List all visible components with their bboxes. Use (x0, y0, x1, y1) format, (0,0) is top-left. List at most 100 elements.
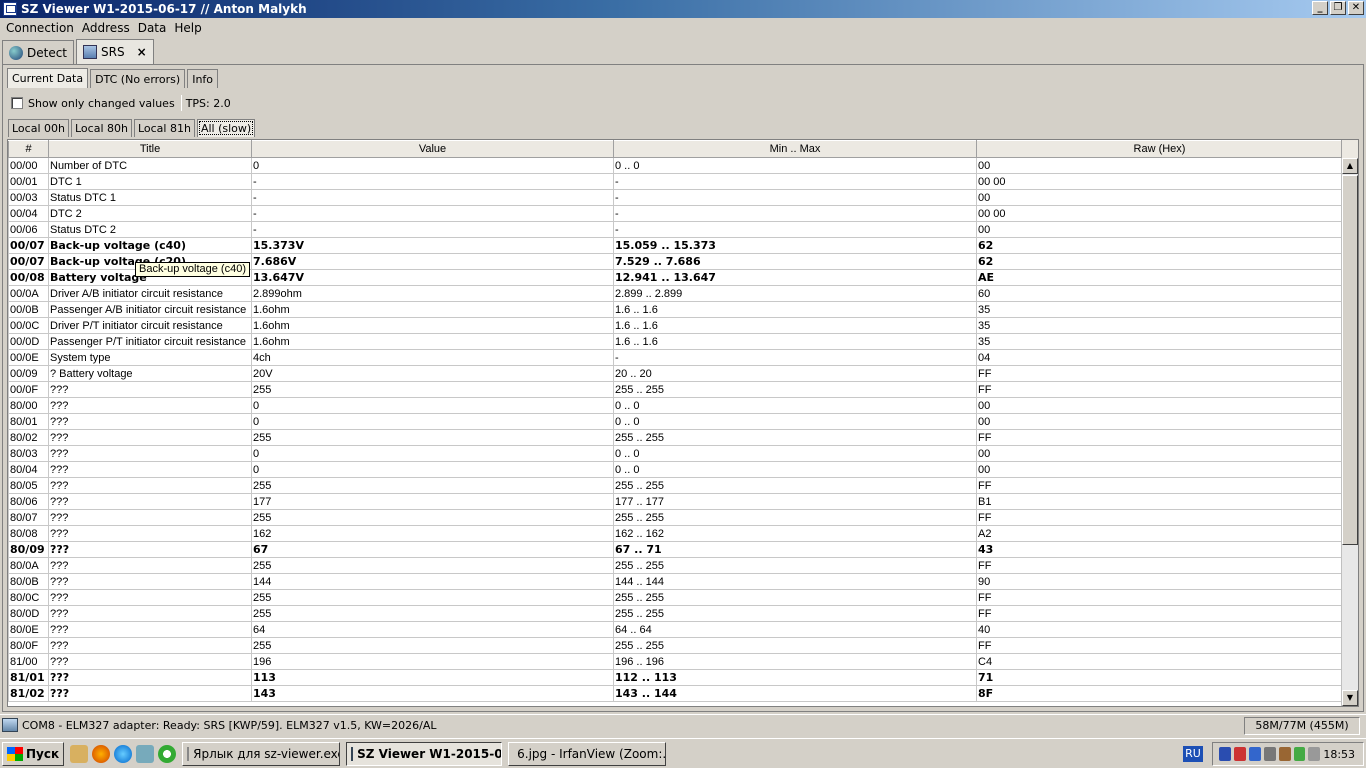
tab-close-icon[interactable]: × (137, 45, 147, 59)
srs-panel: Current Data DTC (No errors) Info Show o… (2, 64, 1364, 712)
table-row[interactable]: 80/0A??? 255 255 .. 255 FF (8, 557, 1343, 574)
table-row[interactable]: 00/0E System type 4ch -04 (8, 349, 1343, 366)
table-row[interactable]: 80/02??? 255 255 .. 255 FF (8, 429, 1343, 446)
table-row[interactable]: 00/00 Number of DTC 0 0 .. 0 00 (8, 157, 1343, 174)
table-row[interactable]: 81/00??? 196 196 .. 196 C4 (8, 653, 1343, 670)
menu-data[interactable]: Data (134, 21, 171, 35)
cell-raw: 62 (976, 253, 1343, 270)
app-shortcut-icon[interactable] (136, 744, 155, 763)
cell-title: ??? (48, 413, 252, 430)
show-changed-label[interactable]: Show only changed values (28, 97, 175, 110)
cell-title: ??? (48, 685, 252, 702)
tab-detect[interactable]: Detect (2, 40, 75, 64)
speaker-icon[interactable] (1308, 747, 1321, 761)
cell-minmax: - (613, 349, 977, 366)
table-row[interactable]: 80/03??? 0 0 .. 0 00 (8, 445, 1343, 462)
menu-connection[interactable]: Connection (2, 21, 78, 35)
tray-icon-1[interactable] (1219, 747, 1231, 761)
table-row[interactable]: 00/06 Status DTC 2- -00 (8, 221, 1343, 238)
show-changed-checkbox[interactable] (11, 97, 23, 109)
table-row[interactable]: 80/0C??? 255 255 .. 255 FF (8, 589, 1343, 606)
tab-local-00h[interactable]: Local 00h (8, 119, 69, 137)
table-row[interactable]: 00/03 Status DTC 1- -00 (8, 189, 1343, 206)
cell-minmax: 255 .. 255 (613, 557, 977, 574)
table-row[interactable]: 80/0E??? 64 64 .. 64 40 (8, 621, 1343, 638)
vertical-scrollbar[interactable]: ▲ ▼ (1341, 158, 1358, 706)
restore-button[interactable]: ❐ (1330, 1, 1346, 15)
tray-icon-6[interactable] (1293, 747, 1306, 761)
table-row[interactable]: 00/0F??? 255 255 .. 255 FF (8, 381, 1343, 398)
cell-value: 255 (251, 429, 614, 446)
column-header-raw[interactable]: Raw (Hex) (976, 140, 1343, 158)
column-header-value[interactable]: Value (251, 140, 614, 158)
media-player-icon[interactable] (158, 744, 177, 763)
tab-all-slow[interactable]: All (slow) (196, 119, 256, 137)
tab-info[interactable]: Info (187, 69, 219, 88)
window-titlebar[interactable]: SZ Viewer W1-2015-06-17 // Anton Malykh … (0, 0, 1366, 18)
internet-explorer-icon[interactable] (114, 744, 133, 763)
cell-value: 255 (251, 557, 614, 574)
tray-icon-2[interactable] (1233, 747, 1246, 761)
minimize-button[interactable]: _ (1312, 1, 1328, 15)
cell-value: 13.647V (251, 269, 614, 286)
menu-address[interactable]: Address (78, 21, 134, 35)
cell-raw: 71 (976, 669, 1343, 686)
tab-srs[interactable]: SRS × (76, 39, 154, 64)
table-row[interactable]: 80/05??? 255 255 .. 255 FF (8, 477, 1343, 494)
table-row[interactable]: 80/09??? 67 67 .. 71 43 (8, 541, 1343, 558)
task-irfanview[interactable]: 6.jpg - IrfanView (Zoom:... (508, 741, 667, 766)
menu-help[interactable]: Help (170, 21, 205, 35)
cell-number: 80/0E (8, 621, 49, 638)
header-corner (1341, 140, 1358, 158)
tab-current-data[interactable]: Current Data (7, 68, 89, 88)
cell-value: 4ch (251, 349, 614, 366)
table-row[interactable]: 80/07??? 255 255 .. 255 FF (8, 509, 1343, 526)
tab-local-80h[interactable]: Local 80h (70, 119, 132, 137)
task-sz-viewer[interactable]: SZ Viewer W1-2015-0... (346, 741, 503, 766)
scroll-thumb[interactable] (1342, 175, 1358, 545)
table-row[interactable]: 80/0B??? 144 144 .. 144 90 (8, 573, 1343, 590)
cell-minmax: 2.899 .. 2.899 (613, 285, 977, 302)
table-row[interactable]: 00/01 DTC 1- -00 00 (8, 173, 1343, 190)
table-row[interactable]: 80/0F??? 255 255 .. 255 FF (8, 637, 1343, 654)
table-row[interactable]: 80/01??? 0 0 .. 0 00 (8, 413, 1343, 430)
table-row[interactable]: 00/0A Driver A/B initiator circuit resist… (8, 285, 1343, 302)
table-row[interactable]: 00/09? Battery voltage 20V 20 .. 20 FF (8, 365, 1343, 382)
table-row[interactable]: 00/0D Passenger P/T initiator circuit res… (8, 333, 1343, 350)
table-row[interactable]: 81/01??? 113 112 .. 113 71 (8, 669, 1343, 686)
connection-icon (2, 718, 18, 732)
firefox-icon[interactable] (92, 744, 111, 763)
folder-icon[interactable] (70, 744, 89, 763)
task-sz-viewer-shortcut[interactable]: Ярлык для sz-viewer.exe (182, 741, 341, 766)
cell-minmax: 0 .. 0 (613, 413, 977, 430)
table-row[interactable]: 00/0C Driver P/T initiator circuit resist… (8, 317, 1343, 334)
tab-dtc[interactable]: DTC (No errors) (90, 69, 186, 88)
column-header-minmax[interactable]: Min .. Max (613, 140, 977, 158)
scroll-up-button[interactable]: ▲ (1342, 158, 1358, 174)
tray-icon-4[interactable] (1263, 747, 1276, 761)
tab-local-81h[interactable]: Local 81h (133, 119, 195, 137)
clock[interactable]: 18:53 (1323, 748, 1355, 761)
scroll-down-button[interactable]: ▼ (1342, 690, 1358, 706)
cell-number: 00/01 (8, 173, 49, 190)
cell-number: 81/00 (8, 653, 49, 670)
tray-icon-5[interactable] (1278, 747, 1291, 761)
table-row[interactable]: 00/04 DTC 2- -00 00 (8, 205, 1343, 222)
table-row[interactable]: 00/0B Passenger A/B initiator circuit res… (8, 301, 1343, 318)
cell-number: 00/0D (8, 333, 49, 350)
table-row[interactable]: 00/07 Back-up voltage (c40) 15.373V 15.059 … (8, 237, 1343, 254)
column-header-title[interactable]: Title (48, 140, 252, 158)
table-row[interactable]: 80/04??? 0 0 .. 0 00 (8, 461, 1343, 478)
tray-icon-3[interactable] (1248, 747, 1261, 761)
table-row[interactable]: 80/0D??? 255 255 .. 255 FF (8, 605, 1343, 622)
table-row[interactable]: 80/06??? 177 177 .. 177 B1 (8, 493, 1343, 510)
table-row[interactable]: 80/00??? 0 0 .. 0 00 (8, 397, 1343, 414)
column-header-number[interactable]: # (8, 140, 49, 158)
table-row[interactable]: 80/08??? 162 162 .. 162 A2 (8, 525, 1343, 542)
start-button[interactable]: Пуск (2, 741, 65, 766)
language-indicator[interactable]: RU (1183, 746, 1203, 762)
close-button[interactable]: ✕ (1348, 1, 1364, 15)
cell-title: Number of DTC (48, 157, 252, 174)
table-row[interactable]: 81/02??? 143 143 .. 144 8F (8, 685, 1343, 702)
cell-value: 7.686V (251, 253, 614, 270)
